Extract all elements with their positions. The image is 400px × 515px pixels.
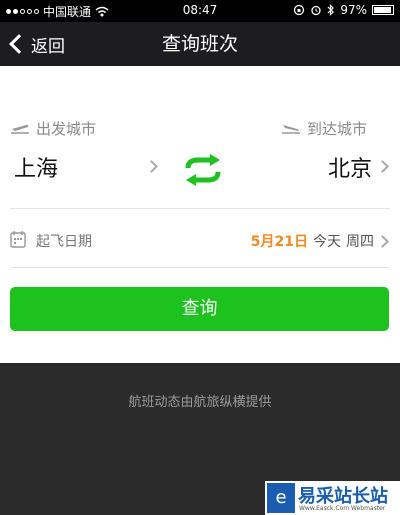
departure-date-row[interactable]: 起飞日期 5月21日 今天 周四 xyxy=(0,219,400,265)
calendar-icon xyxy=(10,231,26,248)
divider xyxy=(10,208,390,209)
watermark-logo: e 易采站长站 Www.Easck.Com Webmaster xyxy=(265,481,400,515)
departure-city[interactable]: 上海 xyxy=(14,151,58,183)
battery-icon xyxy=(372,5,394,15)
weekday: 周四 xyxy=(346,234,374,250)
arrival-city-label: 到达城市 xyxy=(281,118,367,139)
flight-search-card: 出发城市 到达城市 上海 北京 起飞日期 5月21日 今天 周四 查询 xyxy=(0,66,400,363)
battery-percent: 97% xyxy=(340,3,367,17)
bluetooth-icon xyxy=(327,4,335,16)
watermark-url: Www.Easck.Com Webmaster xyxy=(299,505,386,512)
page-title: 查询班次 xyxy=(161,33,238,55)
landing-plane-icon xyxy=(281,124,300,134)
chevron-right-icon xyxy=(376,235,389,248)
watermark-mark-icon: e xyxy=(267,483,295,513)
date-value-group: 5月21日 今天 周四 xyxy=(251,231,374,251)
rotation-lock-icon xyxy=(294,4,305,16)
departure-city-label: 出发城市 xyxy=(10,118,96,139)
status-bar: 中国联通 08:47 97% xyxy=(0,0,400,22)
takeoff-plane-icon xyxy=(11,124,29,134)
chevron-right-icon xyxy=(376,160,389,173)
swap-cities-icon[interactable] xyxy=(180,154,226,186)
chevron-right-icon xyxy=(145,160,158,173)
navigation-bar: 返回 查询班次 xyxy=(0,22,400,66)
arrival-city[interactable]: 北京 xyxy=(328,151,372,183)
alarm-icon xyxy=(311,5,321,16)
date-label: 起飞日期 xyxy=(36,234,92,250)
query-button[interactable]: 查询 xyxy=(10,287,389,331)
date-relative: 今天 xyxy=(313,234,341,250)
selected-date: 5月21日 xyxy=(250,234,308,250)
divider xyxy=(10,267,390,268)
provider-note: 航班动态由航旅纵横提供 xyxy=(128,395,272,410)
status-right: 97% xyxy=(293,3,394,17)
